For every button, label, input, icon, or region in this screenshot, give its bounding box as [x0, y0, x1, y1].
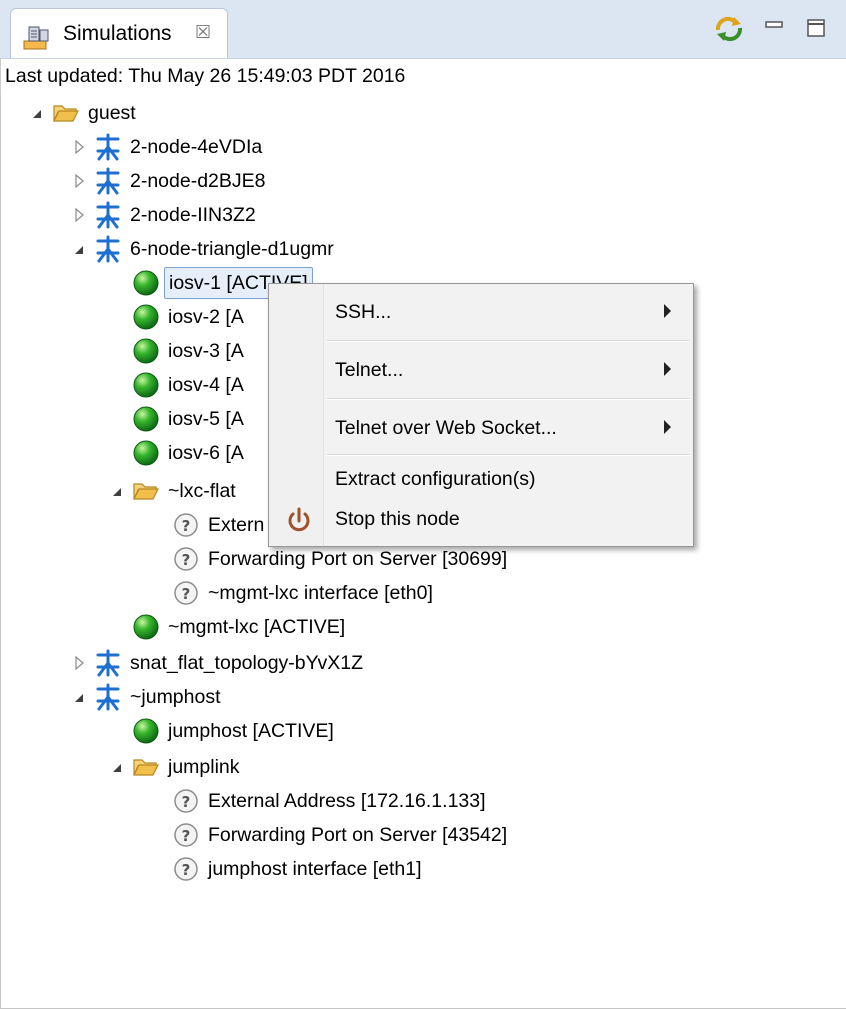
topology-icon — [94, 683, 122, 711]
expanded-twistie-icon[interactable] — [110, 474, 124, 508]
tree-label: iosv-2 [A — [168, 306, 244, 328]
question-icon — [172, 821, 200, 849]
collapsed-twistie-icon[interactable] — [72, 130, 86, 164]
menu-separator — [327, 340, 689, 342]
context-menu: SSH... Telnet... Telnet over Web Socket.… — [268, 283, 694, 547]
minimize-icon[interactable] — [764, 14, 786, 45]
folder-icon — [132, 477, 160, 505]
question-icon — [172, 579, 200, 607]
tab-close-icon[interactable]: ☒ — [195, 22, 211, 43]
topology-icon — [94, 133, 122, 161]
view-tab-bar: Simulations ☒ — [0, 0, 846, 59]
submenu-arrow-icon — [664, 362, 671, 376]
server-icon — [23, 23, 53, 56]
menu-item-stop-node[interactable]: Stop this node — [269, 500, 693, 544]
submenu-arrow-icon — [664, 420, 671, 434]
sync-icon[interactable] — [712, 14, 746, 49]
topology-icon — [94, 201, 122, 229]
topology-icon — [94, 235, 122, 263]
green-ball-icon — [132, 405, 160, 433]
tree-label: 2-node-4eVDIa — [130, 136, 263, 158]
question-icon — [172, 545, 200, 573]
tab-title: Simulations — [63, 22, 172, 45]
tree-label: 6-node-triangle-d1ugmr — [130, 238, 334, 260]
green-ball-icon — [132, 337, 160, 365]
green-ball-icon — [132, 613, 160, 641]
collapsed-twistie-icon[interactable] — [72, 198, 86, 232]
tree-label: jumphost interface [eth1] — [208, 858, 422, 880]
green-ball-icon — [132, 717, 160, 745]
green-ball-icon — [132, 269, 160, 297]
menu-item-ssh[interactable]: SSH... — [269, 286, 693, 338]
tree-label: ~mgmt-lxc interface [eth0] — [208, 582, 433, 604]
expanded-twistie-icon[interactable] — [72, 680, 86, 714]
question-icon — [172, 855, 200, 883]
menu-item-telnet-websocket[interactable]: Telnet over Web Socket... — [269, 402, 693, 454]
tree-label: 2-node-d2BJE8 — [130, 170, 266, 192]
maximize-icon[interactable] — [806, 14, 828, 45]
menu-item-label: Telnet over Web Socket... — [335, 417, 557, 439]
menu-item-label: Telnet... — [335, 359, 404, 381]
tree-label: guest — [88, 102, 136, 124]
menu-item-extract-configuration[interactable]: Extract configuration(s) — [269, 458, 693, 502]
tree-label: jumphost [ACTIVE] — [168, 720, 334, 742]
menu-item-label: Stop this node — [335, 508, 460, 530]
tree-label: iosv-3 [A — [168, 340, 244, 362]
tree-label: ~jumphost — [130, 686, 221, 708]
expanded-twistie-icon[interactable] — [72, 232, 86, 266]
tree-label: Extern — [208, 514, 265, 536]
green-ball-icon — [132, 303, 160, 331]
tab-simulations[interactable]: Simulations ☒ — [10, 8, 228, 58]
folder-icon — [132, 753, 160, 781]
menu-separator — [327, 398, 689, 400]
collapsed-twistie-icon[interactable] — [72, 646, 86, 680]
tree-label: jumplink — [168, 756, 240, 778]
green-ball-icon — [132, 439, 160, 467]
tree-label: iosv-5 [A — [168, 408, 244, 430]
last-updated-status: Last updated: Thu May 26 15:49:03 PDT 20… — [0, 58, 846, 94]
tree-label: snat_flat_topology-bYvX1Z — [130, 652, 364, 674]
tree-label: Forwarding Port on Server [43542] — [208, 824, 508, 846]
menu-separator — [327, 454, 689, 456]
topology-icon — [94, 649, 122, 677]
submenu-arrow-icon — [664, 304, 671, 318]
question-icon — [172, 511, 200, 539]
green-ball-icon — [132, 371, 160, 399]
expanded-twistie-icon[interactable] — [30, 96, 44, 130]
expanded-twistie-icon[interactable] — [110, 750, 124, 784]
tree-label: ~lxc-flat — [168, 480, 236, 502]
tree-label: Forwarding Port on Server [30699] — [208, 548, 508, 570]
question-icon — [172, 787, 200, 815]
tree-label: 2-node-IIN3Z2 — [130, 204, 256, 226]
power-icon — [285, 506, 313, 542]
folder-icon — [52, 99, 80, 127]
menu-item-telnet[interactable]: Telnet... — [269, 344, 693, 396]
collapsed-twistie-icon[interactable] — [72, 164, 86, 198]
menu-item-label: SSH... — [335, 301, 392, 323]
tree-label: iosv-6 [A — [168, 442, 244, 464]
menu-item-label: Extract configuration(s) — [335, 468, 536, 490]
tree-label: ~mgmt-lxc [ACTIVE] — [168, 616, 346, 638]
topology-icon — [94, 167, 122, 195]
tree-label: iosv-4 [A — [168, 374, 244, 396]
tree-label: External Address [172.16.1.133] — [208, 790, 486, 812]
